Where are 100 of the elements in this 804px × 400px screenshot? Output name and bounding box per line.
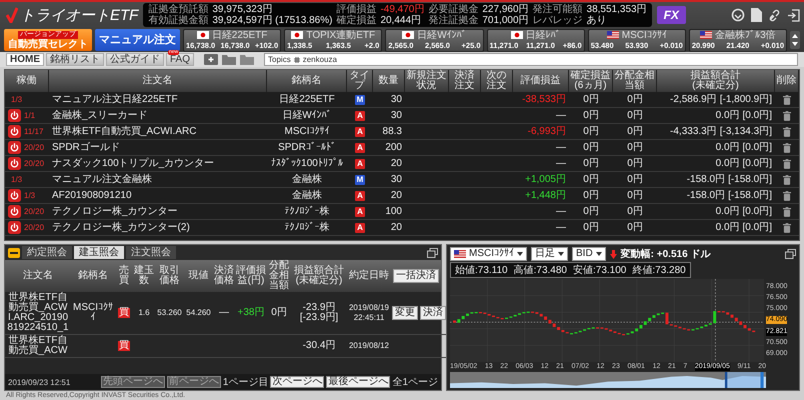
order-name[interactable]: ナスダック100トリプル_カウンター	[49, 156, 267, 172]
column-header[interactable]: 現値	[184, 260, 213, 292]
select-field[interactable]: MSCIｺｸｻｲ	[450, 247, 527, 261]
column-header[interactable]: 約定日時	[347, 260, 391, 292]
realized-pnl: 0円	[569, 108, 613, 124]
realized-pnl: 0円	[569, 220, 613, 236]
column-header[interactable]: 削除	[775, 70, 799, 92]
column-header[interactable]: 評価損益(円)	[235, 260, 267, 292]
unrealized-total: [-23.9円]	[300, 313, 338, 323]
account-label: 発注証拠金	[428, 15, 478, 26]
quantity: 200	[373, 140, 405, 156]
column-header[interactable]: 銘柄名	[71, 260, 115, 292]
realized-pnl: 0円	[569, 140, 613, 156]
order-name: 世界株ETF自動売買_ACW	[5, 335, 71, 358]
column-header[interactable]: 注文名	[5, 260, 71, 292]
unrealized-total: [-3,134.3円]	[720, 126, 772, 136]
order-name[interactable]: マニュアル注文金融株	[49, 172, 267, 188]
symbol-name: SPDRｺﾞｰﾙﾄﾞ	[267, 140, 347, 156]
ticker-name: 金融株ﾌﾞﾙ3倍	[715, 30, 776, 40]
trade-date: 2019/08/12	[348, 341, 390, 351]
total-pnl: 0.0円	[716, 222, 740, 232]
progress-count: 1/3	[11, 94, 22, 104]
account-value: 38,551,353円	[586, 4, 647, 15]
symbol-name: ﾃｸﾉﾛｼﾞｰ株	[267, 204, 347, 220]
realized-pnl: 0円	[569, 188, 613, 204]
order-name[interactable]: テクノロジー株_カウンター	[49, 204, 267, 220]
dividend-amount: 0円	[613, 124, 657, 140]
account-label: 必要証拠金	[428, 4, 478, 15]
unrealized-pnl: —	[513, 204, 569, 220]
topics-field[interactable]: Topics zenkouza	[264, 53, 798, 66]
column-header[interactable]: 取引価格	[155, 260, 184, 292]
account-value: 39,975,323円	[212, 4, 274, 15]
column-header[interactable]: 分配金相当額	[267, 260, 291, 292]
ticker-name: MSCIｺｸｻｲ	[622, 30, 667, 40]
fx-button[interactable]: FX	[656, 6, 686, 24]
nav-tab[interactable]: 公式ガイド	[106, 53, 164, 66]
order-name[interactable]: AF201908091210	[49, 188, 267, 204]
column-header[interactable]: 分配金相当額	[613, 70, 657, 92]
ticker-name: 日経Wｲﾝﾊﾞ	[417, 30, 467, 40]
panel-tab[interactable]: 注文照会	[126, 246, 176, 259]
order-type-badge: A	[355, 206, 365, 216]
column-header[interactable]: 建玉数	[133, 260, 155, 292]
updated-time: 2019/09/23 12:51	[8, 378, 70, 386]
panel-tab[interactable]: 建玉照会	[74, 246, 124, 259]
order-name: 世界株ETF自動売買_ACWI.ARC_20190819224510_1	[5, 292, 71, 335]
unrealized-total: [-158.0円]	[728, 174, 772, 184]
column-header[interactable]: 数量	[373, 70, 405, 92]
column-header[interactable]: 損益額合計(未確定分)	[291, 260, 347, 292]
unrealized-total: [0.0円]	[742, 206, 772, 216]
dividend-amount: 0円	[271, 308, 287, 318]
dividend-amount: 0円	[613, 156, 657, 172]
account-label: 確定損益	[336, 15, 376, 26]
ohlc-value: 安値:73.100	[573, 264, 626, 277]
order-name[interactable]: 世界株ETF自動売買_ACWI.ARC	[49, 124, 267, 140]
column-header[interactable]: 新規注文状況	[405, 70, 449, 92]
panel-tab[interactable]: 約定照会	[22, 246, 72, 259]
account-value: 227,960円	[482, 4, 529, 15]
column-header[interactable]: 決済注文	[449, 70, 481, 92]
row-action-button[interactable]: 変更	[392, 306, 418, 320]
column-header[interactable]: 次の注文	[481, 70, 513, 92]
select-field[interactable]: 日足	[531, 247, 568, 261]
quantity: 100	[373, 204, 405, 220]
total-pnl: -4,333.3円	[670, 126, 717, 136]
column-header[interactable]: 銘柄名	[267, 70, 347, 92]
bulk-settle-button[interactable]: 一括決済	[393, 269, 439, 283]
order-name[interactable]: マニュアル注文日経225ETF	[49, 92, 267, 108]
realized-pnl: 0円	[569, 172, 613, 188]
column-header[interactable]: 注文名	[49, 70, 267, 92]
logo-text: トライオートETF	[20, 6, 138, 24]
nav-tab[interactable]: 銘柄リスト	[46, 53, 104, 66]
column-header[interactable]: 確定損益 (6ヵ月)	[569, 70, 613, 92]
order-name[interactable]: SPDRゴールド	[49, 140, 267, 156]
pager-button[interactable]: 最後ページへ	[326, 376, 390, 388]
progress-count: 20/20	[24, 222, 44, 232]
unrealized-total: [0.0円]	[742, 110, 772, 120]
dividend-amount: 0円	[613, 108, 657, 124]
unrealized-pnl: —	[513, 140, 569, 156]
account-value: 39,924,597円 (17513.86%)	[212, 15, 332, 26]
nav-tab[interactable]: HOME	[6, 53, 44, 66]
column-header[interactable]: 決済価格	[213, 260, 235, 292]
column-header[interactable]: 評価損益	[513, 70, 569, 92]
manual-order-button[interactable]: マニュアル注文	[95, 29, 180, 51]
column-header[interactable]: 売買	[115, 260, 133, 292]
price-change: 変動幅: +0.516 ドル	[620, 247, 710, 261]
account-value: あり	[586, 15, 608, 26]
progress-count: 11/17	[24, 126, 44, 136]
column-header[interactable]: タイプ	[347, 70, 373, 92]
ohlc-value: 始値:73.110	[455, 264, 508, 277]
dividend-amount: 0円	[613, 92, 657, 108]
select-field[interactable]: BID	[572, 247, 606, 261]
order-name[interactable]: テクノロジー株_カウンター(2)	[49, 220, 267, 236]
symbol-name: 金融株	[267, 172, 347, 188]
order-name[interactable]: 金融株_スリーカード	[49, 108, 267, 124]
order-type-badge: A	[355, 142, 365, 152]
pager-button[interactable]: 次ページへ	[270, 376, 324, 388]
row-action-button[interactable]: 決済	[420, 306, 446, 320]
column-header[interactable]: 稼働	[5, 70, 49, 92]
column-header[interactable]: 損益額合計 (未確定分)	[657, 70, 775, 92]
quantity: 20	[373, 220, 405, 236]
unrealized-total: [0.0円]	[742, 158, 772, 168]
